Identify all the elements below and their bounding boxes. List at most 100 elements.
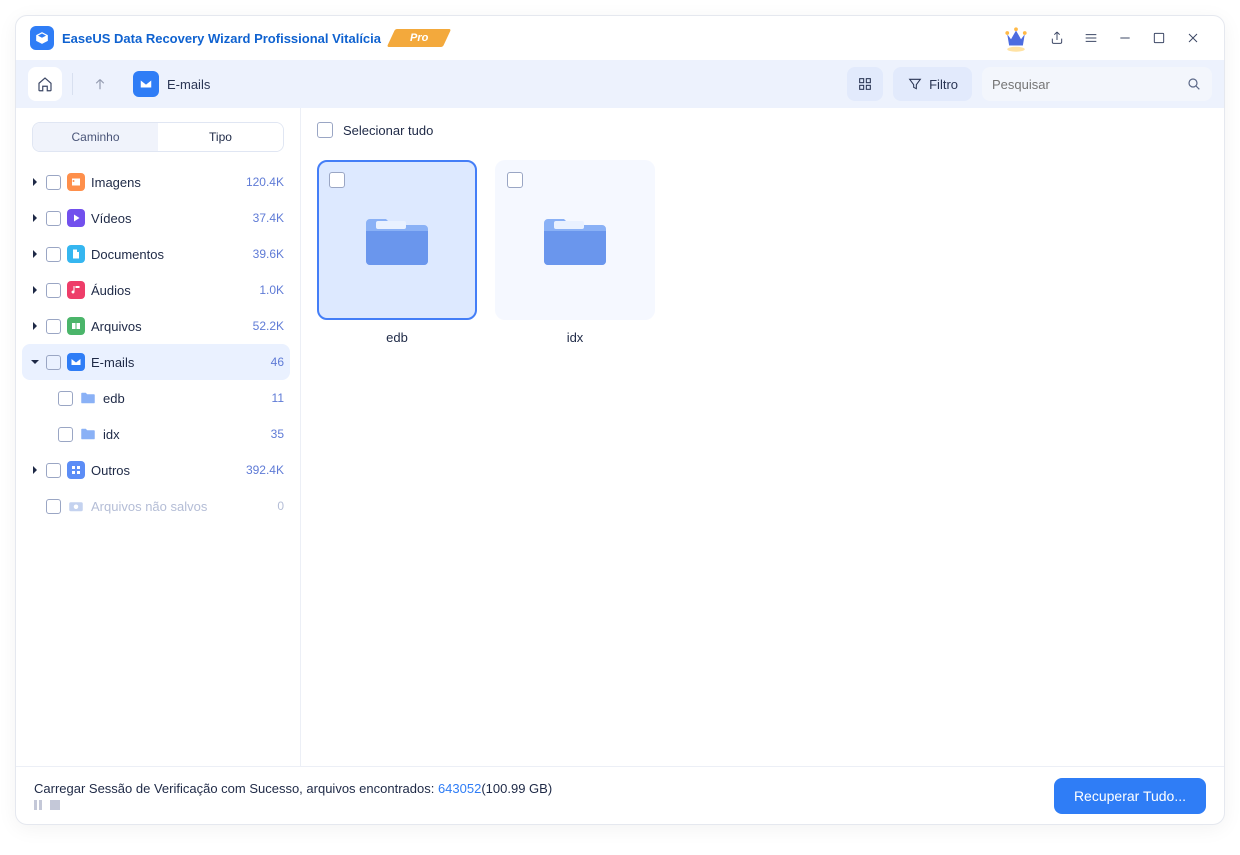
titlebar: EaseUS Data Recovery Wizard Profissional… (16, 16, 1224, 60)
crown-icon[interactable] (1000, 22, 1032, 54)
sidebar-item-label: Arquivos (91, 319, 253, 334)
row-checkbox[interactable] (46, 175, 61, 190)
status-size: (100.99 GB) (481, 781, 552, 796)
sidebar-item-count: 0 (277, 499, 284, 513)
sidebar-item-documentos[interactable]: Documentos 39.6K (22, 236, 290, 272)
chevron-right-icon[interactable] (28, 249, 42, 259)
folder-icon (79, 425, 97, 443)
sidebar-item-outros[interactable]: Outros 392.4K (22, 452, 290, 488)
status-count: 643052 (438, 781, 481, 796)
chevron-right-icon[interactable] (28, 213, 42, 223)
search-input[interactable] (992, 77, 1186, 92)
chevron-down-icon[interactable] (28, 357, 42, 367)
content-area: Selecionar tudo edb idx (301, 108, 1224, 766)
sidebar-item-label: idx (103, 427, 271, 442)
sidebar-item-e-mails[interactable]: E-mails 46 (22, 344, 290, 380)
tab-tipo[interactable]: Tipo (158, 123, 283, 151)
chevron-right-icon[interactable] (28, 321, 42, 331)
sidebar: Caminho Tipo Imagens 120.4K Vídeos 37.4K… (16, 108, 301, 766)
search-icon (1186, 76, 1202, 92)
folder-tile-idx[interactable]: idx (495, 160, 655, 345)
sidebar-item-idx[interactable]: idx 35 (22, 416, 290, 452)
audio-icon (67, 281, 85, 299)
app-icon (30, 26, 54, 50)
pause-icon[interactable] (34, 800, 42, 810)
sidebar-item-label: Vídeos (91, 211, 253, 226)
row-checkbox[interactable] (46, 463, 61, 478)
sidebar-item-label: Documentos (91, 247, 253, 262)
breadcrumb[interactable]: E-mails (133, 71, 210, 97)
select-all-label: Selecionar tudo (343, 123, 433, 138)
sidebar-item-unsaved[interactable]: Arquivos não salvos 0 (22, 488, 290, 524)
row-checkbox[interactable] (46, 283, 61, 298)
tile-checkbox[interactable] (507, 172, 523, 188)
image-icon (67, 173, 85, 191)
sidebar-item-count: 37.4K (253, 211, 284, 225)
sidebar-item-count: 35 (271, 427, 284, 441)
row-checkbox[interactable] (46, 355, 61, 370)
archive-icon (67, 317, 85, 335)
sidebar-item-label: Áudios (91, 283, 259, 298)
home-button[interactable] (28, 67, 62, 101)
up-button (83, 67, 117, 101)
row-checkbox[interactable] (46, 319, 61, 334)
toolbar: E-mails Filtro (16, 60, 1224, 108)
sidebar-item-count: 120.4K (246, 175, 284, 189)
pro-badge: Pro (391, 27, 447, 49)
status-text: Carregar Sessão de Verificação com Suces… (34, 781, 1040, 796)
camera-icon (67, 497, 85, 515)
other-icon (67, 461, 85, 479)
tile-name: edb (317, 330, 477, 345)
chevron-right-icon[interactable] (28, 177, 42, 187)
menu-button[interactable] (1074, 24, 1108, 52)
tab-caminho[interactable]: Caminho (33, 123, 158, 151)
view-grid-button[interactable] (847, 67, 883, 101)
sidebar-item-imagens[interactable]: Imagens 120.4K (22, 164, 290, 200)
sidebar-item-count: 11 (272, 391, 284, 405)
folder-icon (540, 211, 610, 269)
search-field[interactable] (982, 67, 1212, 101)
sidebar-item-count: 46 (271, 355, 284, 369)
sidebar-item-label: E-mails (91, 355, 271, 370)
footer: Carregar Sessão de Verificação com Suces… (16, 766, 1224, 824)
row-checkbox[interactable] (46, 247, 61, 262)
sidebar-item-count: 1.0K (259, 283, 284, 297)
close-button[interactable] (1176, 24, 1210, 52)
folder-tile-edb[interactable]: edb (317, 160, 477, 345)
filter-label: Filtro (929, 77, 958, 92)
sidebar-item-vídeos[interactable]: Vídeos 37.4K (22, 200, 290, 236)
sidebar-item-count: 39.6K (253, 247, 284, 261)
email-icon (133, 71, 159, 97)
share-button[interactable] (1040, 24, 1074, 52)
row-checkbox[interactable] (46, 499, 61, 514)
row-checkbox[interactable] (58, 427, 73, 442)
video-icon (67, 209, 85, 227)
filter-button[interactable]: Filtro (893, 67, 972, 101)
minimize-button[interactable] (1108, 24, 1142, 52)
row-checkbox[interactable] (46, 211, 61, 226)
chevron-right-icon[interactable] (28, 465, 42, 475)
select-all-row: Selecionar tudo (301, 108, 1224, 152)
sidebar-item-áudios[interactable]: Áudios 1.0K (22, 272, 290, 308)
chevron-right-icon[interactable] (28, 285, 42, 295)
recover-button[interactable]: Recuperar Tudo... (1054, 778, 1206, 814)
email-icon (67, 353, 85, 371)
sidebar-item-label: Arquivos não salvos (91, 499, 277, 514)
sidebar-item-arquivos[interactable]: Arquivos 52.2K (22, 308, 290, 344)
app-title: EaseUS Data Recovery Wizard Profissional… (62, 31, 381, 46)
folder-icon (362, 211, 432, 269)
sidebar-item-count: 52.2K (253, 319, 284, 333)
sidebar-tabs: Caminho Tipo (32, 122, 284, 152)
stop-icon[interactable] (50, 800, 60, 810)
sidebar-item-label: Imagens (91, 175, 246, 190)
select-all-checkbox[interactable] (317, 122, 333, 138)
folder-icon (79, 389, 97, 407)
row-checkbox[interactable] (58, 391, 73, 406)
sidebar-item-edb[interactable]: edb 11 (22, 380, 290, 416)
breadcrumb-label: E-mails (167, 77, 210, 92)
sidebar-item-label: Outros (91, 463, 246, 478)
sidebar-tree: Imagens 120.4K Vídeos 37.4K Documentos 3… (22, 164, 294, 756)
sidebar-item-count: 392.4K (246, 463, 284, 477)
maximize-button[interactable] (1142, 24, 1176, 52)
tile-checkbox[interactable] (329, 172, 345, 188)
